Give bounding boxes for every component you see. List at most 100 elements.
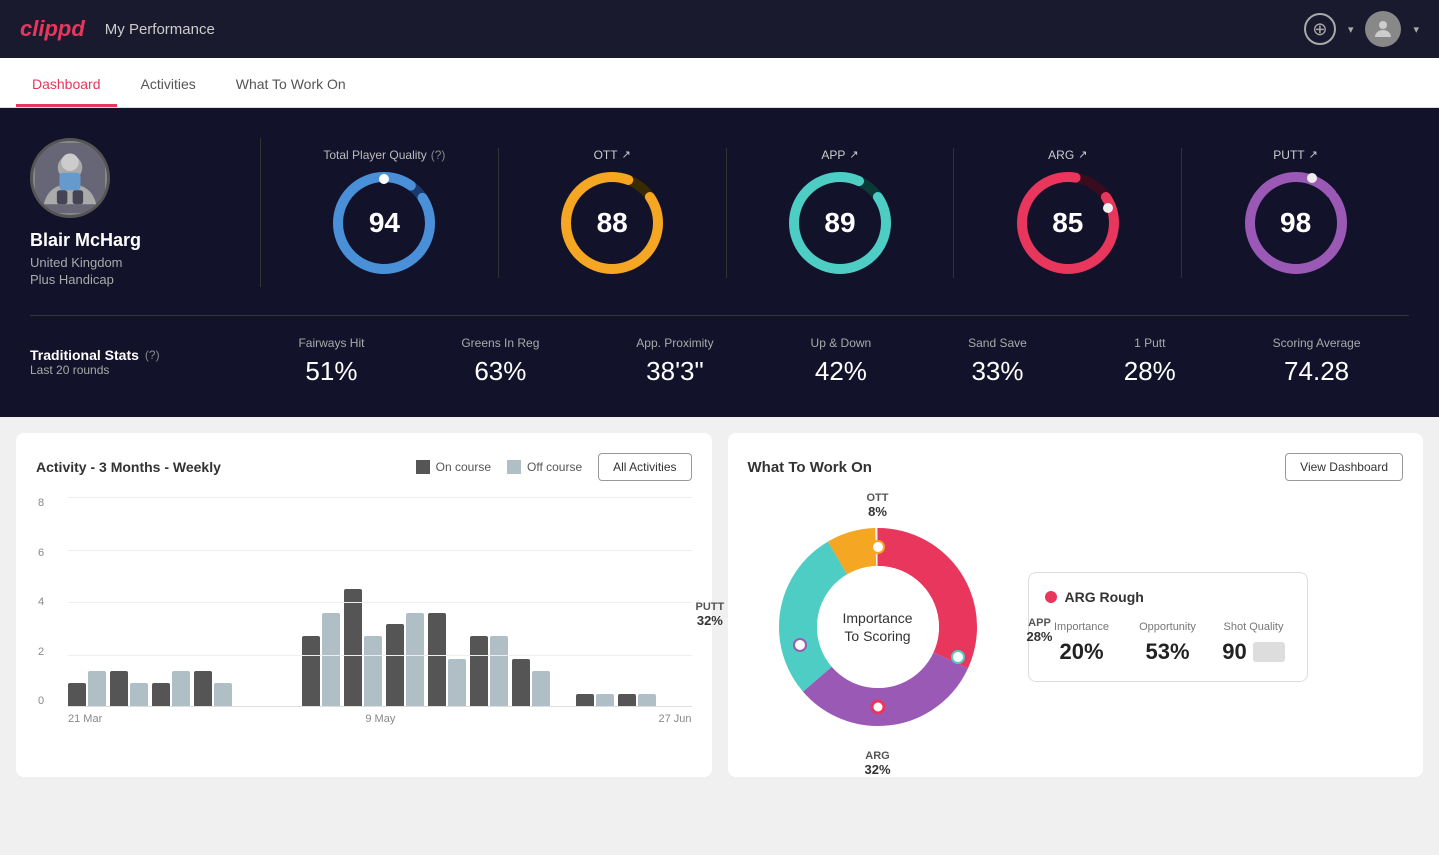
bar-on-7: [302, 636, 320, 706]
bar-off-0: [88, 671, 106, 706]
app-label-row: APP ↗: [821, 148, 858, 162]
metric-app: APP ↗ 89: [727, 148, 955, 278]
tab-activities[interactable]: Activities: [125, 64, 212, 107]
legend-off-course-icon: [507, 460, 521, 474]
x-label-jun: 27 Jun: [658, 713, 691, 725]
bar-off-8: [364, 636, 382, 706]
stat-greens: Greens In Reg 63%: [461, 336, 539, 387]
logo[interactable]: clippd: [20, 16, 85, 42]
chart-title: Activity - 3 Months - Weekly: [36, 459, 221, 475]
app-gauge: 89: [785, 168, 895, 278]
detail-importance-value: 20%: [1045, 639, 1119, 665]
stat-greens-label: Greens In Reg: [461, 336, 539, 350]
player-country: United Kingdom: [30, 255, 123, 270]
chart-legend: On course Off course: [416, 460, 583, 474]
bar-group-3: [194, 671, 232, 706]
bar-group-0: [68, 671, 106, 706]
header-right: ⊕ ▾ ▾: [1304, 11, 1419, 47]
stat-proximity-label: App. Proximity: [636, 336, 713, 350]
metric-ott: OTT ↗ 88: [499, 148, 727, 278]
bar-off-10: [448, 659, 466, 706]
y-label-4: 4: [38, 596, 44, 608]
metrics-grid: Total Player Quality (?) 94 OTT ↗: [271, 148, 1409, 278]
metrics-divider: [260, 138, 261, 287]
putt-label: PUTT: [1273, 148, 1304, 162]
app-arrow: ↗: [849, 148, 858, 161]
stats-title: Traditional Stats: [30, 347, 139, 363]
metric-arg: ARG ↗ 85: [954, 148, 1182, 278]
ott-arrow: ↗: [622, 148, 631, 161]
putt-label-row: PUTT ↗: [1273, 148, 1318, 162]
putt-arrow: ↗: [1309, 148, 1318, 161]
y-label-0: 0: [38, 695, 44, 707]
bar-off-3: [214, 683, 232, 706]
ott-value: 88: [597, 207, 628, 239]
page-title: My Performance: [105, 21, 215, 38]
ott-label: OTT: [594, 148, 618, 162]
hero-top: Blair McHarg United Kingdom Plus Handica…: [30, 138, 1409, 287]
legend-on-course: On course: [416, 460, 491, 474]
user-avatar-button[interactable]: [1365, 11, 1401, 47]
bar-on-2: [152, 683, 170, 706]
chart-header: Activity - 3 Months - Weekly On course O…: [36, 453, 692, 481]
bar-group-10: [428, 613, 466, 706]
bar-group-14: [576, 694, 614, 706]
bar-on-10: [428, 613, 446, 706]
tpq-gauge: 94: [329, 168, 439, 278]
tpq-label: Total Player Quality: [323, 148, 426, 162]
detail-metrics: Importance 20% Opportunity 53% Shot Qual…: [1045, 621, 1291, 665]
metric-tpq: Total Player Quality (?) 94: [271, 148, 499, 278]
bar-off-11: [490, 636, 508, 706]
stat-fairways-value: 51%: [298, 356, 364, 387]
chart-x-labels: 21 Mar 9 May 27 Jun: [68, 713, 692, 725]
stat-scoring-label: Scoring Average: [1273, 336, 1361, 350]
ott-label-row: OTT ↗: [594, 148, 631, 162]
bar-on-0: [68, 683, 86, 706]
detail-card-header: ARG Rough: [1045, 589, 1291, 605]
detail-opportunity-value: 53%: [1131, 639, 1205, 665]
y-axis: 8 6 4 2 0: [38, 497, 44, 707]
stats-label-block: Traditional Stats (?) Last 20 rounds: [30, 347, 250, 377]
bar-off-1: [130, 683, 148, 706]
tpq-value: 94: [369, 207, 400, 239]
chart-area: 21 Mar 9 May 27 Jun: [68, 497, 692, 727]
bar-group-6: [280, 705, 298, 706]
bar-group-12: [512, 659, 550, 706]
bar-on-1: [110, 671, 128, 706]
stat-greens-value: 63%: [461, 356, 539, 387]
arg-value: 85: [1052, 207, 1083, 239]
stats-items: Fairways Hit 51% Greens In Reg 63% App. …: [250, 336, 1409, 387]
tab-dashboard[interactable]: Dashboard: [16, 64, 117, 107]
stats-help-icon[interactable]: (?): [145, 348, 160, 362]
tab-what-to-work-on[interactable]: What To Work On: [220, 64, 362, 107]
hero-section: Blair McHarg United Kingdom Plus Handica…: [0, 108, 1439, 417]
bar-off-7: [322, 613, 340, 706]
app-label: APP: [821, 148, 845, 162]
bar-group-11: [470, 636, 508, 706]
detail-opportunity-label: Opportunity: [1131, 621, 1205, 633]
legend-on-course-icon: [416, 460, 430, 474]
stat-oneputt-label: 1 Putt: [1124, 336, 1176, 350]
view-dashboard-button[interactable]: View Dashboard: [1285, 453, 1403, 481]
bar-off-14: [596, 694, 614, 706]
stat-oneputt-value: 28%: [1124, 356, 1176, 387]
tpq-help-icon[interactable]: (?): [431, 148, 446, 162]
stat-fairways: Fairways Hit 51%: [298, 336, 364, 387]
detail-shot-quality-row: 90: [1217, 639, 1291, 665]
detail-shot-quality-value: 90: [1222, 639, 1246, 665]
add-button[interactable]: ⊕: [1304, 13, 1336, 45]
y-label-8: 8: [38, 497, 44, 509]
stat-proximity-value: 38'3": [636, 356, 713, 387]
nav-tabs: Dashboard Activities What To Work On: [0, 58, 1439, 108]
bar-on-9: [386, 624, 404, 706]
legend-on-course-label: On course: [436, 460, 491, 474]
stat-scoring: Scoring Average 74.28: [1273, 336, 1361, 387]
y-label-6: 6: [38, 547, 44, 559]
wtwo-title: What To Work On: [748, 459, 872, 476]
putt-value: 98: [1280, 207, 1311, 239]
stat-oneputt: 1 Putt 28%: [1124, 336, 1176, 387]
bar-on-14: [576, 694, 594, 706]
player-avatar-image: [35, 143, 105, 213]
all-activities-button[interactable]: All Activities: [598, 453, 691, 481]
legend-off-course: Off course: [507, 460, 582, 474]
